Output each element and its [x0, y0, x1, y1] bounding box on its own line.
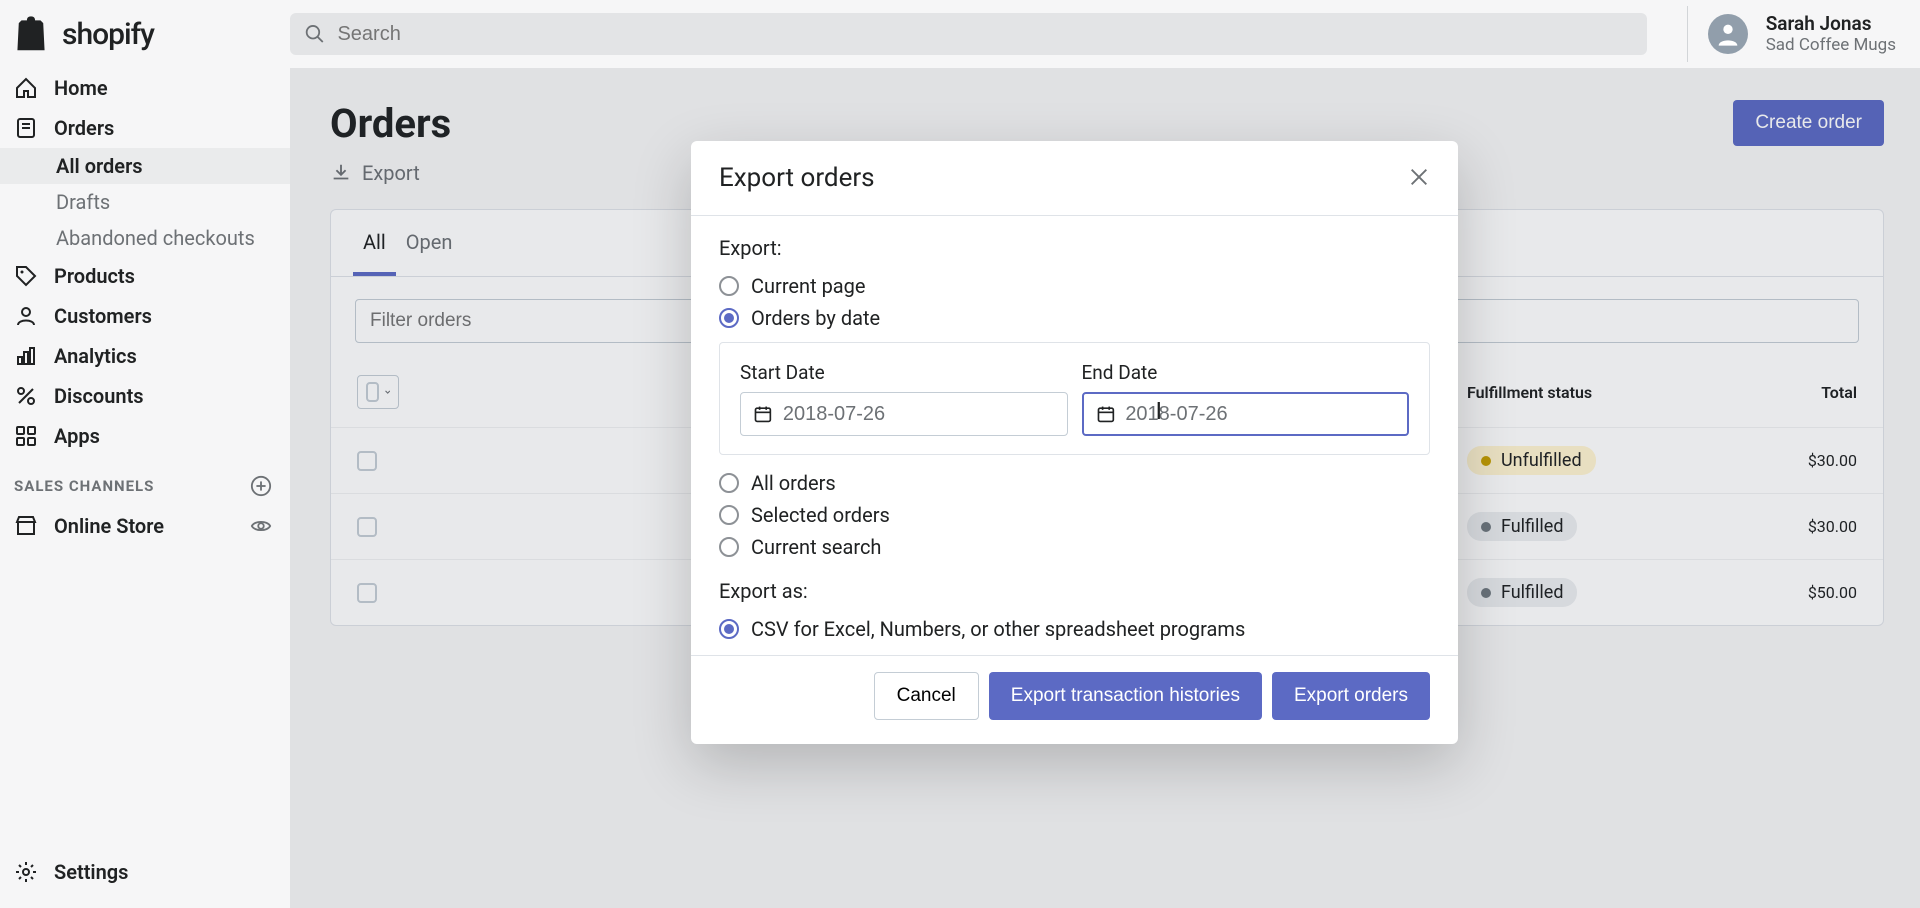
sidebar-item-home[interactable]: Home	[0, 68, 290, 108]
sidebar-label: Settings	[54, 860, 128, 884]
radio-current-search[interactable]: Current search	[719, 531, 1430, 563]
eye-icon[interactable]	[250, 515, 272, 537]
sales-channels-label: SALES CHANNELS	[14, 477, 154, 495]
sidebar-label: Customers	[54, 304, 152, 328]
radio-icon	[719, 505, 739, 525]
radio-all-orders[interactable]: All orders	[719, 467, 1430, 499]
apps-icon	[14, 424, 38, 448]
export-orders-modal: Export orders Export: Current page Order…	[691, 141, 1458, 744]
user-text: Sarah Jonas Sad Coffee Mugs	[1766, 12, 1896, 57]
end-date-label: End Date	[1082, 361, 1410, 384]
avatar	[1708, 14, 1748, 54]
export-section-label: Export:	[719, 236, 1430, 260]
avatar-icon	[1714, 20, 1742, 48]
date-range-panel: Start Date End Date I	[719, 342, 1430, 455]
start-date-label: Start Date	[740, 361, 1068, 384]
radio-orders-by-date[interactable]: Orders by date	[719, 302, 1430, 334]
radio-selected-orders[interactable]: Selected orders	[719, 499, 1430, 531]
sidebar-sub-all-orders[interactable]: All orders	[0, 148, 290, 184]
search-icon	[304, 23, 325, 45]
start-date-col: Start Date	[740, 361, 1068, 436]
sidebar-label: Apps	[54, 424, 100, 448]
sidebar-label: Discounts	[54, 384, 144, 408]
modal-body: Export: Current page Orders by date Star…	[691, 216, 1458, 655]
home-icon	[14, 76, 38, 100]
gear-icon	[14, 860, 38, 884]
end-date-col: End Date I	[1082, 361, 1410, 436]
modal-header: Export orders	[691, 141, 1458, 216]
orders-icon	[14, 116, 38, 140]
store-name: Sad Coffee Mugs	[1766, 35, 1896, 56]
radio-icon	[719, 619, 739, 639]
export-as-label: Export as:	[719, 579, 1430, 603]
cancel-button[interactable]: Cancel	[874, 672, 979, 720]
sales-channels-header: SALES CHANNELS	[0, 466, 290, 506]
text-cursor-icon: I	[1156, 397, 1163, 425]
store-icon	[14, 514, 38, 538]
sidebar-label: Products	[54, 264, 135, 288]
topbar-divider	[1687, 6, 1688, 62]
user-menu[interactable]: Sarah Jonas Sad Coffee Mugs	[1708, 12, 1920, 57]
radio-current-page[interactable]: Current page	[719, 270, 1430, 302]
modal-title: Export orders	[719, 163, 875, 193]
logo[interactable]: shopify	[0, 0, 290, 68]
start-date-input[interactable]	[740, 392, 1068, 436]
user-name: Sarah Jonas	[1766, 12, 1896, 36]
sidebar: Home Orders All orders Drafts Abandoned …	[0, 68, 290, 908]
sidebar-label: Home	[54, 76, 108, 100]
sidebar-label: Online Store	[54, 514, 164, 538]
sidebar-label: Orders	[54, 116, 114, 140]
modal-footer: Cancel Export transaction histories Expo…	[691, 655, 1458, 744]
close-button[interactable]	[1408, 166, 1430, 191]
sidebar-item-online-store[interactable]: Online Store	[0, 506, 290, 546]
sidebar-item-settings[interactable]: Settings	[0, 852, 290, 892]
export-histories-button[interactable]: Export transaction histories	[989, 672, 1262, 720]
radio-icon	[719, 537, 739, 557]
sidebar-item-orders[interactable]: Orders	[0, 108, 290, 148]
radio-csv-excel[interactable]: CSV for Excel, Numbers, or other spreads…	[719, 613, 1430, 645]
sidebar-item-apps[interactable]: Apps	[0, 416, 290, 456]
radio-icon	[719, 473, 739, 493]
sidebar-sub-drafts[interactable]: Drafts	[0, 184, 290, 220]
sidebar-item-customers[interactable]: Customers	[0, 296, 290, 336]
sidebar-label: Analytics	[54, 344, 137, 368]
sidebar-sub-abandoned[interactable]: Abandoned checkouts	[0, 220, 290, 256]
calendar-icon	[753, 403, 773, 425]
end-date-value[interactable]	[1125, 403, 1395, 426]
sidebar-item-discounts[interactable]: Discounts	[0, 376, 290, 416]
main: Orders Create order Export All Open Fulf…	[290, 68, 1920, 908]
end-date-input[interactable]: I	[1082, 392, 1410, 436]
global-search[interactable]	[290, 13, 1647, 55]
calendar-icon	[1096, 403, 1116, 425]
search-input[interactable]	[337, 23, 1646, 46]
logo-word: shopify	[62, 17, 154, 52]
start-date-value[interactable]	[783, 403, 1055, 426]
percent-icon	[14, 384, 38, 408]
radio-icon	[719, 276, 739, 296]
tag-icon	[14, 264, 38, 288]
person-icon	[14, 304, 38, 328]
sidebar-item-analytics[interactable]: Analytics	[0, 336, 290, 376]
analytics-icon	[14, 344, 38, 368]
close-icon	[1408, 166, 1430, 188]
radio-icon	[719, 308, 739, 328]
shopify-bag-icon	[14, 15, 48, 53]
sidebar-item-products[interactable]: Products	[0, 256, 290, 296]
add-channel-icon[interactable]	[250, 475, 272, 497]
export-orders-button[interactable]: Export orders	[1272, 672, 1430, 720]
topbar: shopify Sarah Jonas Sad Coffee Mugs	[0, 0, 1920, 68]
